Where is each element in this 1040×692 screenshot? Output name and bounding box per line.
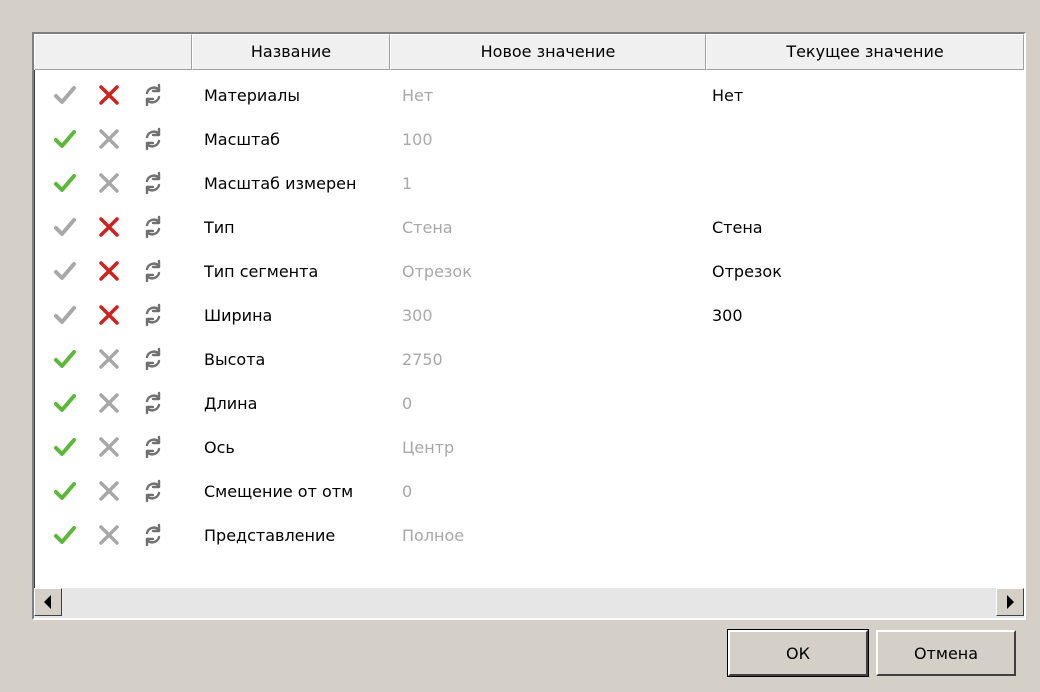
cell-new-value: Стена [402, 218, 453, 237]
cell-name: Ось [204, 438, 235, 457]
checkmark-icon[interactable] [52, 126, 78, 152]
checkmark-icon[interactable] [52, 478, 78, 504]
cell-current-value [712, 118, 1012, 162]
cross-icon[interactable] [96, 478, 122, 504]
cell-new-value: 300 [402, 306, 433, 325]
checkmark-icon[interactable] [52, 346, 78, 372]
cell-new-value: Центр [402, 438, 455, 457]
cell-current-value: Стена [712, 218, 763, 237]
cross-icon[interactable] [96, 522, 122, 548]
refresh-icon[interactable] [140, 214, 166, 240]
cross-icon[interactable] [96, 82, 122, 108]
cell-current-value [712, 382, 1012, 426]
checkmark-icon[interactable] [52, 82, 78, 108]
cell-name: Тип [204, 218, 235, 237]
cell-new-value: 2750 [402, 350, 443, 369]
table-row[interactable]: Представление Полное [34, 514, 1024, 558]
refresh-icon[interactable] [140, 522, 166, 548]
refresh-icon[interactable] [140, 258, 166, 284]
refresh-icon[interactable] [140, 302, 166, 328]
cell-current-value: 300 [712, 306, 743, 325]
header-new-value[interactable]: Новое значение [390, 34, 706, 70]
header-name[interactable]: Название [192, 34, 390, 70]
cell-name: Тип сегмента [204, 262, 319, 281]
cell-name: Материалы [204, 86, 300, 105]
scroll-track[interactable] [62, 588, 996, 618]
cell-name: Ширина [204, 306, 273, 325]
cancel-button[interactable]: Отмена [876, 630, 1016, 676]
table-row[interactable]: Ширина 300 300 [34, 294, 1024, 338]
table-row[interactable]: Тип сегмента Отрезок Отрезок [34, 250, 1024, 294]
cross-icon[interactable] [96, 258, 122, 284]
table-row[interactable]: Ось Центр [34, 426, 1024, 470]
cell-new-value: 100 [402, 130, 433, 149]
table-row[interactable]: Масштаб измерен 1 [34, 162, 1024, 206]
grid-header: Название Новое значение Текущее значение [34, 34, 1024, 70]
refresh-icon[interactable] [140, 434, 166, 460]
cross-icon[interactable] [96, 390, 122, 416]
cell-name: Высота [204, 350, 266, 369]
cell-name: Масштаб измерен [204, 174, 357, 193]
table-row[interactable]: Тип Стена Стена [34, 206, 1024, 250]
cell-current-value [712, 470, 1012, 514]
cell-current-value [712, 514, 1012, 558]
cross-icon[interactable] [96, 214, 122, 240]
cell-new-value: Полное [402, 526, 465, 545]
header-actions[interactable] [34, 34, 192, 70]
refresh-icon[interactable] [140, 346, 166, 372]
properties-grid: Название Новое значение Текущее значение… [32, 32, 1026, 620]
cross-icon[interactable] [96, 302, 122, 328]
cross-icon[interactable] [96, 170, 122, 196]
cell-new-value: Нет [402, 86, 434, 105]
scroll-left-button[interactable] [34, 588, 62, 616]
cell-new-value: Отрезок [402, 262, 472, 281]
checkmark-icon[interactable] [52, 170, 78, 196]
cell-new-value: 0 [402, 482, 413, 501]
cell-current-value: Нет [712, 86, 744, 105]
cell-new-value: 0 [402, 394, 413, 413]
cell-new-value: 1 [402, 174, 413, 193]
ok-button[interactable]: ОК [727, 629, 869, 677]
table-row[interactable]: Высота 2750 [34, 338, 1024, 382]
arrow-left-icon [44, 595, 51, 609]
table-row[interactable]: Смещение от отм 0 [34, 470, 1024, 514]
checkmark-icon[interactable] [52, 522, 78, 548]
refresh-icon[interactable] [140, 390, 166, 416]
checkmark-icon[interactable] [52, 214, 78, 240]
cross-icon[interactable] [96, 346, 122, 372]
cross-icon[interactable] [96, 434, 122, 460]
refresh-icon[interactable] [140, 170, 166, 196]
checkmark-icon[interactable] [52, 390, 78, 416]
arrow-right-icon [1007, 595, 1014, 609]
cell-name: Масштаб [204, 130, 281, 149]
refresh-icon[interactable] [140, 478, 166, 504]
horizontal-scrollbar[interactable] [34, 588, 1024, 618]
header-current-value[interactable]: Текущее значение [706, 34, 1024, 70]
checkmark-icon[interactable] [52, 258, 78, 284]
cell-name: Представление [204, 526, 336, 545]
cell-name: Смещение от отм [204, 482, 354, 501]
cell-current-value [712, 162, 1012, 206]
table-row[interactable]: Масштаб 100 [34, 118, 1024, 162]
checkmark-icon[interactable] [52, 434, 78, 460]
cell-current-value: Отрезок [712, 262, 782, 281]
scroll-right-button[interactable] [996, 588, 1024, 616]
table-row[interactable]: Длина 0 [34, 382, 1024, 426]
cell-current-value [712, 338, 1012, 382]
refresh-icon[interactable] [140, 126, 166, 152]
cell-current-value [712, 426, 1012, 470]
table-row[interactable]: Материалы Нет Нет [34, 74, 1024, 118]
checkmark-icon[interactable] [52, 302, 78, 328]
cell-name: Длина [204, 394, 258, 413]
refresh-icon[interactable] [140, 82, 166, 108]
cross-icon[interactable] [96, 126, 122, 152]
